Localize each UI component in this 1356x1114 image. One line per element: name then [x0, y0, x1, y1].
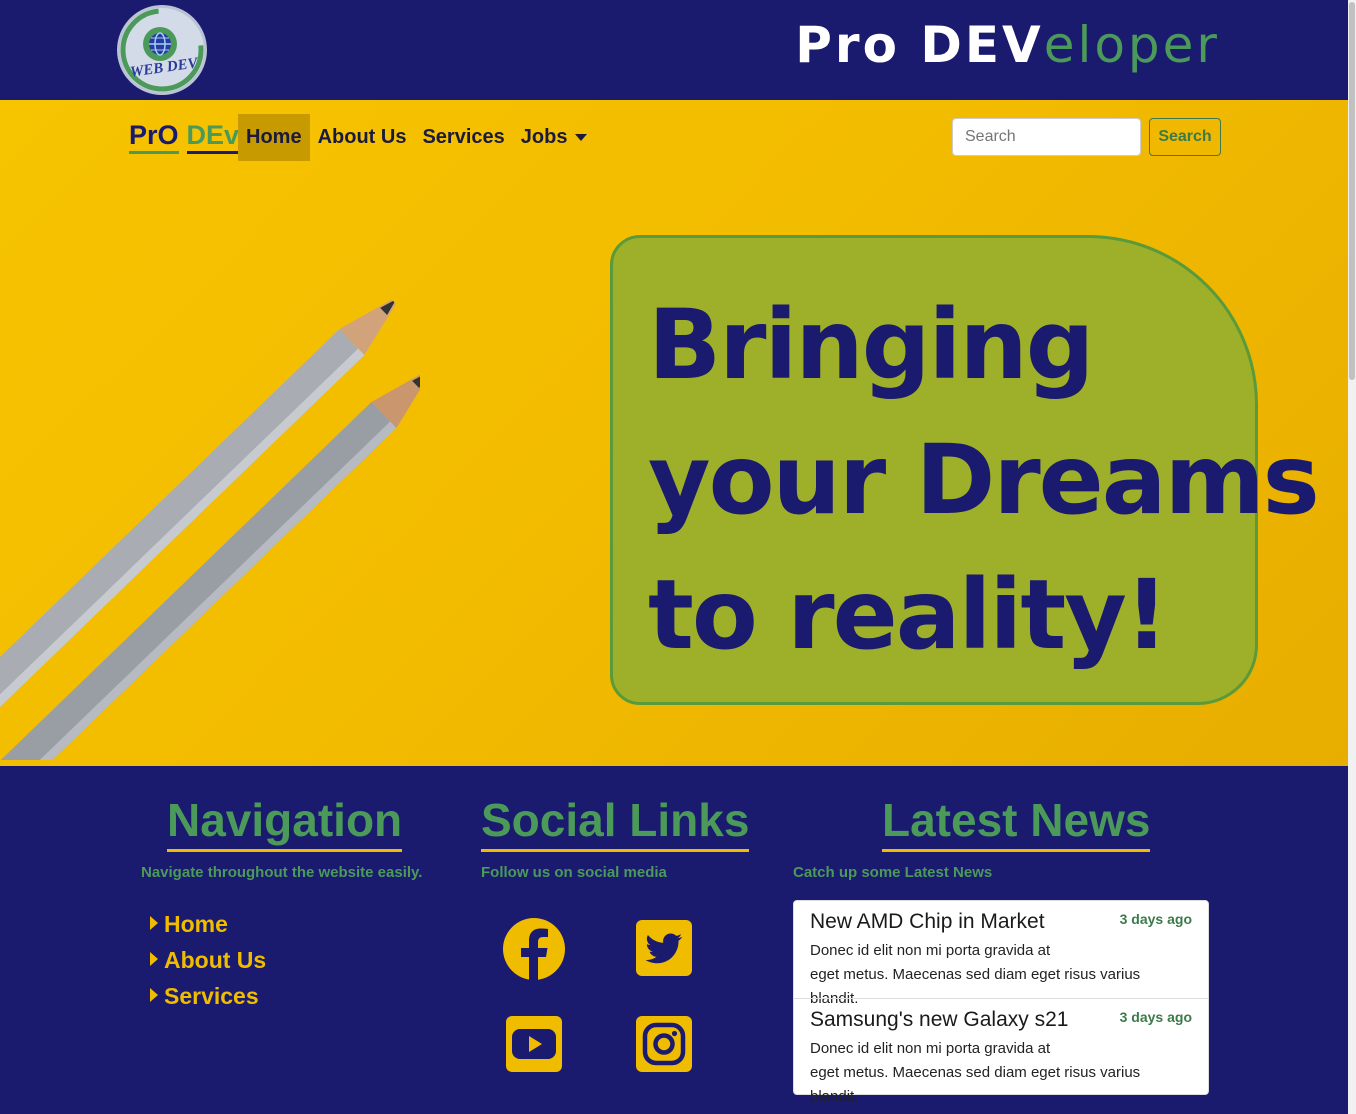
hero-section: PrO DEv Home About Us Services Jobs Searc…: [0, 100, 1348, 766]
footer-link-about-us[interactable]: About Us: [150, 942, 266, 978]
hero-headline: Bringing your Dreams to reality!: [648, 278, 1320, 683]
facebook-icon[interactable]: [502, 917, 566, 981]
footer-link-home[interactable]: Home: [150, 906, 266, 942]
hero-card: Bringing your Dreams to reality!: [610, 235, 1320, 705]
navbar-brand-part1: PrO: [129, 120, 179, 154]
news-time: 3 days ago: [1119, 911, 1192, 927]
footer-link-services[interactable]: Services: [150, 978, 266, 1014]
youtube-icon[interactable]: [506, 1016, 562, 1072]
footer-navigation-subtitle: Navigate throughout the website easily.: [141, 864, 423, 881]
search-button[interactable]: Search: [1149, 118, 1221, 156]
caret-right-icon: [150, 916, 158, 930]
news-item[interactable]: New AMD Chip in Market 3 days ago Donec …: [794, 901, 1208, 1007]
nav-link-about-us[interactable]: About Us: [310, 114, 415, 161]
footer-link-label: About Us: [164, 947, 267, 973]
news-body-line: Donec id elit non mi porta gravida at: [810, 1040, 1051, 1057]
news-item[interactable]: Samsung's new Galaxy s21 3 days ago Done…: [794, 998, 1208, 1105]
nav-link-jobs-label: Jobs: [520, 126, 568, 148]
hero-line-1: Bringing: [648, 289, 1094, 401]
site-title-part1: Pro DEV: [795, 16, 1044, 74]
chevron-down-icon: [575, 134, 588, 142]
footer-social-title: Social Links: [481, 792, 750, 852]
nav-link-jobs-dropdown[interactable]: Jobs: [513, 114, 596, 161]
navbar-brand-part2: DEv: [186, 120, 240, 154]
news-body-line: eget metus. Maecenas sed diam eget risus…: [810, 1064, 1141, 1105]
footer-navigation-title: Navigation: [167, 792, 403, 852]
footer-news-subtitle: Catch up some Latest News: [793, 864, 993, 881]
footer-link-label: Home: [164, 911, 228, 937]
search-input[interactable]: [952, 118, 1141, 156]
navbar-brand[interactable]: PrO DEv: [129, 120, 240, 154]
top-header: WEB DEV Pro DEVeloper: [0, 0, 1348, 100]
page-scrollbar[interactable]: [1348, 0, 1356, 1114]
caret-right-icon: [150, 988, 158, 1002]
news-list: New AMD Chip in Market 3 days ago Donec …: [793, 900, 1209, 1105]
site-title-part2: eloper: [1043, 16, 1220, 74]
nav-links: Home About Us Services Jobs: [238, 114, 595, 161]
nav-link-home[interactable]: Home: [238, 114, 310, 161]
instagram-icon[interactable]: [636, 1016, 692, 1072]
nav-link-services[interactable]: Services: [414, 114, 512, 161]
footer-nav-list: Home About Us Services: [150, 906, 266, 1014]
site-logo[interactable]: WEB DEV: [117, 5, 207, 95]
site-title: Pro DEVeloper: [795, 16, 1220, 74]
scrollbar-thumb[interactable]: [1349, 2, 1355, 380]
footer-social-subtitle: Follow us on social media: [481, 864, 667, 881]
footer-news-title: Latest News: [882, 792, 1151, 852]
pencils-image: [0, 299, 420, 760]
news-time: 3 days ago: [1119, 1009, 1192, 1025]
caret-right-icon: [150, 952, 158, 966]
twitter-icon[interactable]: [636, 920, 692, 976]
news-body-line: Donec id elit non mi porta gravida at: [810, 942, 1051, 959]
navbar: PrO DEv Home About Us Services Jobs Searc…: [0, 100, 1348, 174]
footer: Navigation Navigate throughout the websi…: [0, 766, 1348, 1114]
news-body: Donec id elit non mi porta gravida at eg…: [810, 1037, 1192, 1109]
hero-line-3: to reality!: [648, 559, 1169, 671]
footer-link-label: Services: [164, 983, 259, 1009]
hero-line-2: your Dreams: [648, 424, 1320, 536]
